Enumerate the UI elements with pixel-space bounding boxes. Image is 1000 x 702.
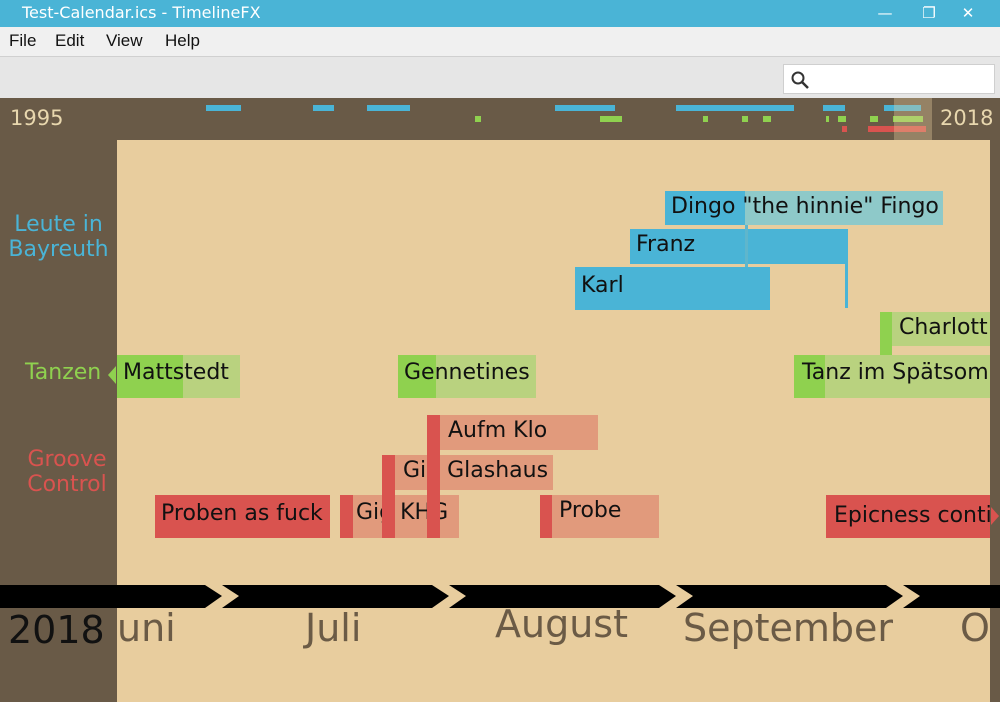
overview-mark	[313, 105, 334, 111]
event-label: Proben as fuck	[161, 501, 323, 526]
groove-scroll-right-icon[interactable]	[991, 507, 999, 525]
overview-mark	[742, 116, 748, 122]
category-label-tanzen: Tanzen	[25, 360, 102, 385]
window-title: Test-Calendar.ics - TimelineFX	[22, 3, 261, 22]
maximize-button[interactable]: ❐	[914, 2, 944, 24]
timeline-canvas[interactable]: Leute in Bayreuth Tanzen Groove Control …	[0, 140, 1000, 702]
event-gig-khg[interactable]: Gig KHG	[340, 495, 459, 538]
right-edge	[990, 140, 1000, 702]
event-tanz[interactable]: Tanz im Spätsom	[794, 355, 990, 398]
event-gig-glashaus[interactable]: Gig Glashaus	[382, 455, 553, 490]
event-connector	[427, 495, 440, 538]
overview-mark	[823, 105, 845, 111]
search-icon	[791, 71, 809, 89]
event-karl[interactable]: Karl	[575, 267, 770, 310]
overview-mark	[703, 116, 708, 122]
menu-view[interactable]: View	[106, 31, 143, 51]
category-label-leute: Leute in Bayreuth	[8, 212, 109, 262]
axis-year-label: 2018	[8, 608, 105, 652]
event-label: Charlott	[899, 315, 988, 340]
overview-mark	[600, 116, 622, 122]
event-label: Epicness conti	[834, 503, 992, 528]
axis-month-juli: Juli	[305, 606, 362, 650]
event-label: Karl	[581, 273, 624, 298]
overview-mark	[555, 105, 615, 111]
event-label: Tanz im Spätsom	[802, 360, 989, 385]
overview-mark	[826, 116, 829, 122]
overview-mark	[206, 105, 241, 111]
menu-edit[interactable]: Edit	[55, 31, 84, 51]
event-aufm-klo[interactable]: Aufm Klo	[427, 415, 598, 450]
event-label: Gig Glashaus	[403, 458, 549, 483]
category-label-groove: Groove Control	[27, 447, 107, 497]
event-epicness[interactable]: Epicness conti	[826, 495, 992, 538]
event-connector	[382, 495, 395, 538]
overview-end-year: 2018	[940, 106, 994, 130]
search-input[interactable]	[814, 68, 990, 90]
title-bar: Test-Calendar.ics - TimelineFX — ❐ ✕	[0, 0, 1000, 27]
event-label: Dingo "the hinnie" Fingo	[671, 194, 939, 219]
axis-month-september: September	[683, 606, 894, 650]
event-proben[interactable]: Proben as fuck	[155, 495, 330, 538]
event-franz[interactable]: Franz	[630, 229, 848, 264]
axis-month-juni: uni	[117, 606, 176, 650]
menu-help[interactable]: Help	[165, 31, 200, 51]
close-button[interactable]: ✕	[953, 2, 983, 24]
toolbar	[0, 56, 1000, 98]
overview-start-year: 1995	[10, 106, 64, 130]
menu-file[interactable]: File	[9, 31, 36, 51]
overview-mark	[842, 126, 847, 132]
event-mattstedt[interactable]: Mattstedt	[117, 355, 240, 398]
search-box[interactable]	[783, 64, 995, 94]
event-label: Probe	[559, 498, 622, 523]
tanzen-scroll-left-icon[interactable]	[108, 366, 116, 384]
overview-mark	[367, 105, 410, 111]
overview-mark	[763, 116, 771, 122]
event-connector	[845, 264, 848, 308]
minimize-button[interactable]: —	[870, 2, 900, 24]
overview-viewport-handle[interactable]	[894, 98, 932, 140]
event-label: Mattstedt	[123, 360, 229, 385]
event-charlott[interactable]: Charlott	[880, 312, 990, 346]
overview-mark	[838, 116, 846, 122]
overview-mark	[676, 105, 794, 111]
axis-month-august: August	[495, 602, 628, 646]
overview-mark	[870, 116, 878, 122]
event-gennetines[interactable]: Gennetines	[398, 355, 536, 398]
event-dingo[interactable]: Dingo "the hinnie" Fingo	[665, 191, 943, 225]
event-label: Aufm Klo	[448, 418, 548, 443]
event-probe[interactable]: Probe	[540, 495, 659, 538]
axis-month-oktober: O	[960, 606, 990, 650]
overview-mark	[475, 116, 481, 122]
event-label: Gennetines	[404, 360, 530, 385]
overview-strip[interactable]: 1995 2018	[0, 98, 1000, 140]
menu-bar: File Edit View Help	[0, 27, 1000, 56]
event-label: Franz	[636, 232, 696, 257]
